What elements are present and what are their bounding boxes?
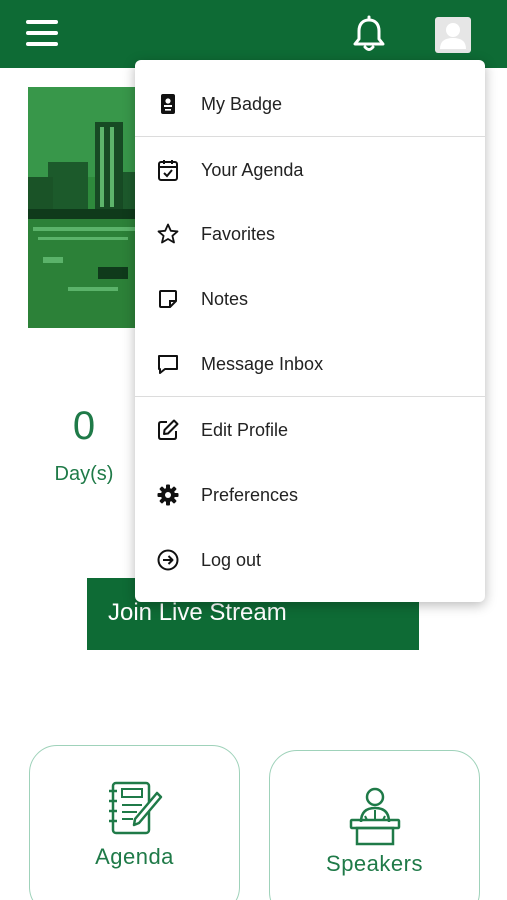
menu-divider bbox=[135, 396, 485, 397]
menu-item-label: My Badge bbox=[201, 94, 283, 114]
menu-item-your-agenda[interactable]: Your Agenda bbox=[135, 142, 485, 198]
menu-item-label: Edit Profile bbox=[201, 420, 289, 440]
speakers-card[interactable]: Speakers bbox=[269, 750, 480, 900]
top-app-bar bbox=[0, 0, 507, 68]
gear-icon bbox=[157, 484, 179, 506]
message-icon bbox=[158, 355, 178, 374]
menu-item-message-inbox[interactable]: Message Inbox bbox=[135, 336, 485, 392]
menu-item-label: Notes bbox=[201, 289, 249, 309]
menu-item-label: Message Inbox bbox=[201, 354, 324, 374]
menu-item-label: Favorites bbox=[201, 224, 276, 244]
agenda-card-label: Agenda bbox=[95, 844, 174, 869]
star-icon bbox=[157, 223, 179, 244]
note-icon bbox=[159, 290, 177, 308]
hamburger-menu-icon[interactable] bbox=[26, 20, 58, 48]
countdown-value: 0 bbox=[72, 404, 96, 448]
menu-item-label: Preferences bbox=[201, 485, 299, 505]
menu-item-preferences[interactable]: Preferences bbox=[135, 467, 485, 523]
menu-item-log-out[interactable]: Log out bbox=[135, 532, 485, 588]
menu-item-label: Log out bbox=[201, 550, 262, 570]
speakers-card-label: Speakers bbox=[326, 851, 423, 876]
agenda-card[interactable]: Agenda bbox=[29, 745, 240, 900]
logout-icon bbox=[157, 549, 179, 571]
badge-icon bbox=[161, 94, 175, 114]
profile-dropdown-menu: My Badge Your Agenda Favorites Notes Mes… bbox=[135, 60, 485, 602]
menu-divider bbox=[135, 136, 485, 137]
speaker-podium-icon bbox=[349, 787, 400, 846]
menu-item-edit-profile[interactable]: Edit Profile bbox=[135, 402, 485, 458]
countdown-unit: Day(s) bbox=[54, 463, 114, 485]
bell-icon[interactable] bbox=[350, 14, 388, 54]
menu-item-notes[interactable]: Notes bbox=[135, 271, 485, 327]
user-avatar-icon[interactable] bbox=[435, 17, 471, 53]
menu-item-label: Your Agenda bbox=[201, 160, 304, 180]
notebook-pencil-icon bbox=[108, 781, 162, 835]
edit-icon bbox=[158, 419, 179, 440]
menu-item-favorites[interactable]: Favorites bbox=[135, 206, 485, 262]
menu-item-my-badge[interactable]: My Badge bbox=[135, 76, 485, 132]
calendar-check-icon bbox=[158, 160, 178, 181]
